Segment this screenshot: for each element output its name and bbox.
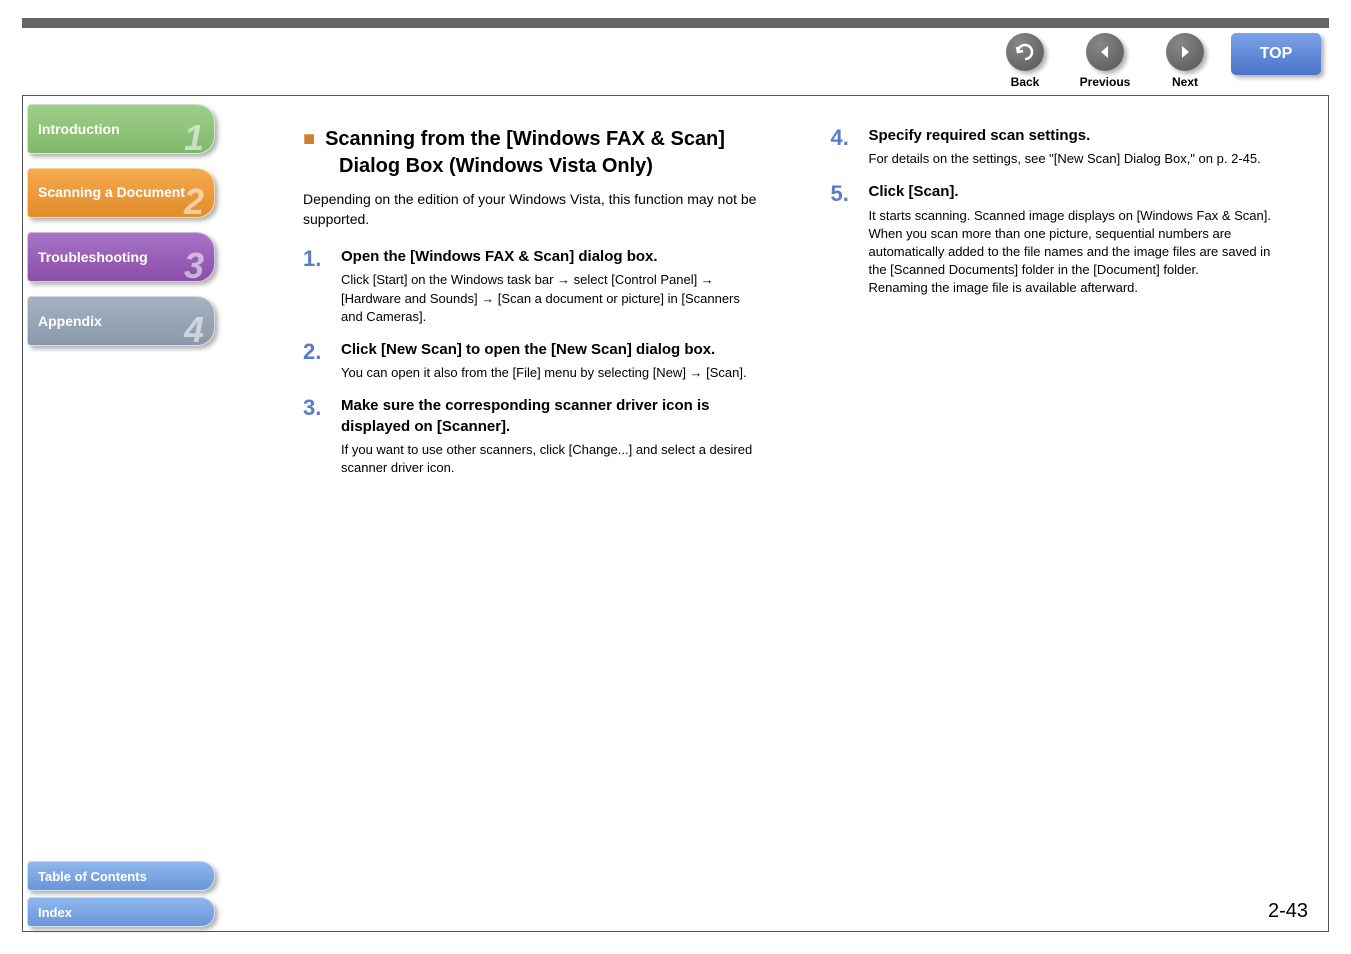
sidebar-nav: Introduction 1 Scanning a Document 2 Tro… [27,104,215,360]
sidebar-item-number: 3 [184,245,204,287]
step-3: 3. Make sure the corresponding scanner d… [303,396,761,477]
section-title-text: Scanning from the [Windows FAX & Scan] D… [325,128,725,177]
next-icon [1166,33,1204,71]
sidebar-item-label: Scanning a Document [38,184,185,202]
step-description: For details on the settings, see "[New S… [869,150,1289,168]
step-heading: Click [Scan]. [869,182,1289,202]
step-heading: Click [New Scan] to open the [New Scan] … [341,340,761,360]
toc-label: Table of Contents [38,869,147,884]
step-2: 2. Click [New Scan] to open the [New Sca… [303,340,761,382]
step-heading: Make sure the corresponding scanner driv… [341,396,761,437]
index-button[interactable]: Index [27,897,215,927]
step-number: 2. [303,340,341,382]
sidebar-item-label: Appendix [38,313,102,329]
sidebar-item-label: Troubleshooting [38,249,148,265]
bottom-links: Table of Contents Index [27,855,215,927]
main-content: ■ Scanning from the [Windows FAX & Scan] … [303,126,1288,491]
step-number: 5. [831,182,869,297]
step-description: Click [Start] on the Windows task bar → … [341,271,761,326]
previous-label: Previous [1080,75,1131,89]
sidebar-item-appendix[interactable]: Appendix 4 [27,296,215,346]
step-description: You can open it also from the [File] men… [341,364,761,382]
top-accent-bar [22,18,1329,28]
sidebar-item-scanning[interactable]: Scanning a Document 2 [27,168,215,218]
previous-button[interactable]: Previous [1071,33,1139,89]
sidebar-item-label: Introduction [38,121,120,137]
back-button[interactable]: Back [991,33,1059,89]
step-number: 3. [303,396,341,477]
next-button[interactable]: Next [1151,33,1219,89]
toc-button[interactable]: Table of Contents [27,861,215,891]
intro-text: Depending on the edition of your Windows… [303,190,761,229]
step-number: 1. [303,247,341,326]
step-5: 5. Click [Scan]. It starts scanning. Sca… [831,182,1289,297]
back-label: Back [1011,75,1040,89]
index-label: Index [38,905,72,920]
step-1: 1. Open the [Windows FAX & Scan] dialog … [303,247,761,326]
step-heading: Specify required scan settings. [869,126,1289,146]
page-border: Introduction 1 Scanning a Document 2 Tro… [22,95,1329,932]
bullet-icon: ■ [303,128,315,150]
step-description: It starts scanning. Scanned image displa… [869,207,1289,298]
sidebar-item-troubleshooting[interactable]: Troubleshooting 3 [27,232,215,282]
top-button[interactable]: TOP [1231,33,1321,75]
section-title: ■ Scanning from the [Windows FAX & Scan] … [303,126,761,180]
top-nav-buttons: Back Previous Next TOP [991,33,1321,89]
back-icon [1006,33,1044,71]
right-column: 4. Specify required scan settings. For d… [831,126,1289,491]
sidebar-item-number: 4 [184,309,204,351]
page-number: 2-43 [1268,900,1308,923]
previous-icon [1086,33,1124,71]
sidebar-item-number: 2 [184,181,204,223]
next-label: Next [1172,75,1198,89]
sidebar-item-introduction[interactable]: Introduction 1 [27,104,215,154]
step-description: If you want to use other scanners, click… [341,441,761,477]
step-number: 4. [831,126,869,168]
sidebar-item-number: 1 [184,117,204,159]
step-heading: Open the [Windows FAX & Scan] dialog box… [341,247,761,267]
left-column: ■ Scanning from the [Windows FAX & Scan] … [303,126,761,491]
step-4: 4. Specify required scan settings. For d… [831,126,1289,168]
top-label: TOP [1260,45,1293,63]
